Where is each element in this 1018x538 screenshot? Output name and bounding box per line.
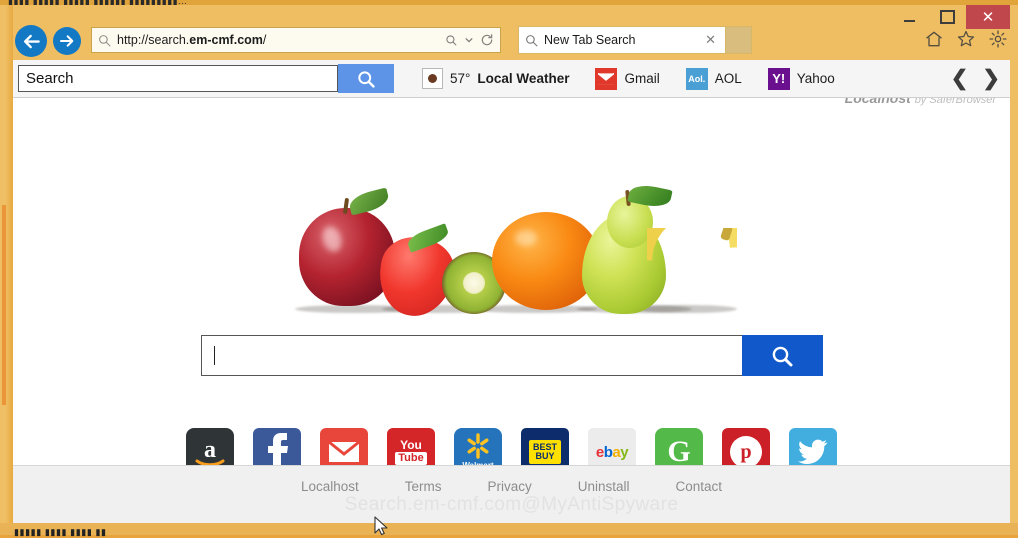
apple-leaf	[346, 187, 391, 216]
footer-link-contact[interactable]: Contact	[676, 479, 723, 494]
tab-new-tab-search[interactable]: New Tab Search ✕	[518, 26, 726, 54]
toolbar-link-local-weather[interactable]: 57° Local Weather	[422, 68, 569, 89]
page-search-input[interactable]	[200, 335, 742, 376]
toolbar-link-aol[interactable]: Aol. AOL	[685, 67, 742, 90]
window-frame-bottom: ▮▮▮▮▮ ▮▮▮▮ ▮▮▮▮ ▮▮	[0, 523, 1018, 537]
gmail-icon	[327, 439, 361, 465]
home-icon[interactable]	[924, 29, 944, 49]
address-bar-text: http://search.em-cmf.com/	[117, 33, 445, 47]
chevron-down-icon[interactable]	[465, 36, 473, 44]
twitter-bird-icon	[798, 439, 828, 465]
page-brand-name: Localhost	[844, 98, 911, 106]
toolbar-search-button[interactable]	[338, 64, 394, 93]
toolbar-link-gmail[interactable]: Gmail	[595, 67, 660, 90]
bottom-noise-text: ▮▮▮▮▮ ▮▮▮▮ ▮▮▮▮ ▮▮	[14, 527, 107, 537]
page-search	[200, 335, 823, 376]
toolbar-search-input[interactable]: Search	[18, 65, 338, 92]
page-brand: Localhost by SaferBrowser	[845, 98, 996, 106]
back-button[interactable]	[15, 25, 47, 57]
back-arrow-icon	[23, 34, 40, 48]
forward-arrow-icon	[60, 35, 74, 47]
footer-link-terms[interactable]: Terms	[405, 479, 442, 494]
svg-text:a: a	[204, 437, 216, 463]
search-icon	[358, 70, 375, 88]
tab-close-icon[interactable]: ✕	[702, 32, 719, 48]
groupon-icon: G	[667, 435, 691, 468]
weather-label: Local Weather	[477, 71, 570, 86]
youtube-label-you: You	[400, 438, 422, 452]
window-frame-accent	[2, 205, 6, 405]
url-domain: em-cmf.com	[189, 33, 263, 47]
toolbar-link-label: Gmail	[624, 71, 660, 86]
yahoo-icon: Y!	[767, 67, 790, 90]
toolbar-pager: ❮ ❯	[951, 66, 1000, 91]
address-bar[interactable]: http://search.em-cmf.com/	[91, 27, 501, 53]
refresh-icon[interactable]	[480, 33, 494, 47]
url-prefix: http://search.	[117, 33, 190, 47]
pinterest-icon: p	[730, 436, 762, 468]
browser-window: ▮▮▮▮ ▮▮▮▮▮ ▮▮▮▮▮ ▮▮▮▮▮▮ ▮▮▮▮▮▮▮▮▮... ▮▮▮…	[0, 0, 1018, 537]
search-toolbar: Search 57° Local Weather Gmail Aol. AOL …	[13, 60, 1010, 98]
browser-toolbar-icons	[924, 29, 1008, 49]
walmart-spark-icon	[467, 433, 489, 459]
text-cursor	[213, 346, 215, 365]
footer-link-uninstall[interactable]: Uninstall	[578, 479, 630, 494]
toolbar-link-label: Yahoo	[796, 71, 835, 86]
footer-links: Localhost Terms Privacy Uninstall Contac…	[13, 466, 1010, 494]
forward-button[interactable]	[53, 27, 81, 55]
page-content: Localhost by SaferBrowser a You Tube BES…	[13, 98, 1010, 523]
toolbar-prev-arrow[interactable]: ❮	[951, 66, 969, 91]
toolbar-links: 57° Local Weather Gmail Aol. AOL Y! Yaho…	[422, 67, 835, 90]
search-icon	[772, 346, 793, 366]
weather-temperature: 57°	[450, 71, 471, 86]
favorites-star-icon[interactable]	[956, 29, 976, 49]
page-search-row	[13, 335, 1010, 376]
weather-icon	[422, 68, 443, 89]
footer-link-privacy[interactable]: Privacy	[487, 479, 531, 494]
page-search-button[interactable]	[741, 335, 823, 376]
ebay-icon: ebay	[595, 443, 629, 461]
search-dropdown-icon[interactable]	[445, 34, 458, 47]
toolbar-link-yahoo[interactable]: Y! Yahoo	[767, 67, 835, 90]
youtube-label-tube: Tube	[395, 452, 427, 465]
apple-shape	[298, 208, 395, 306]
footer-link-localhost[interactable]: Localhost	[301, 479, 359, 494]
page-footer: Localhost Terms Privacy Uninstall Contac…	[13, 465, 1010, 523]
search-icon	[99, 34, 111, 46]
bestbuy-label: BEST BUY	[528, 440, 561, 464]
tab-strip: New Tab Search ✕	[518, 26, 752, 54]
page-brand-by: by SaferBrowser	[914, 98, 996, 106]
amazon-icon: a	[195, 437, 225, 467]
banana-shape	[646, 228, 737, 312]
new-tab-button[interactable]	[726, 26, 752, 54]
fruit-image-wrapper	[13, 181, 1010, 323]
window-frame-right	[1010, 5, 1018, 535]
search-icon	[526, 34, 538, 46]
aol-icon: Aol.	[685, 67, 708, 90]
settings-gear-icon[interactable]	[988, 29, 1008, 49]
navigation-bar: http://search.em-cmf.com/ New Tab Search…	[13, 24, 1010, 60]
gmail-icon	[595, 67, 618, 90]
tab-label: New Tab Search	[544, 33, 636, 47]
window-frame-left	[0, 5, 13, 535]
address-bar-actions	[445, 33, 494, 47]
toolbar-link-label: AOL	[714, 71, 742, 86]
toolbar-next-arrow[interactable]: ❯	[982, 66, 1000, 91]
fruit-collage-image	[287, 181, 737, 323]
watermark-text: Search.em-cmf.com@MyAntiSpyware	[344, 494, 679, 515]
url-suffix: /	[262, 33, 267, 47]
